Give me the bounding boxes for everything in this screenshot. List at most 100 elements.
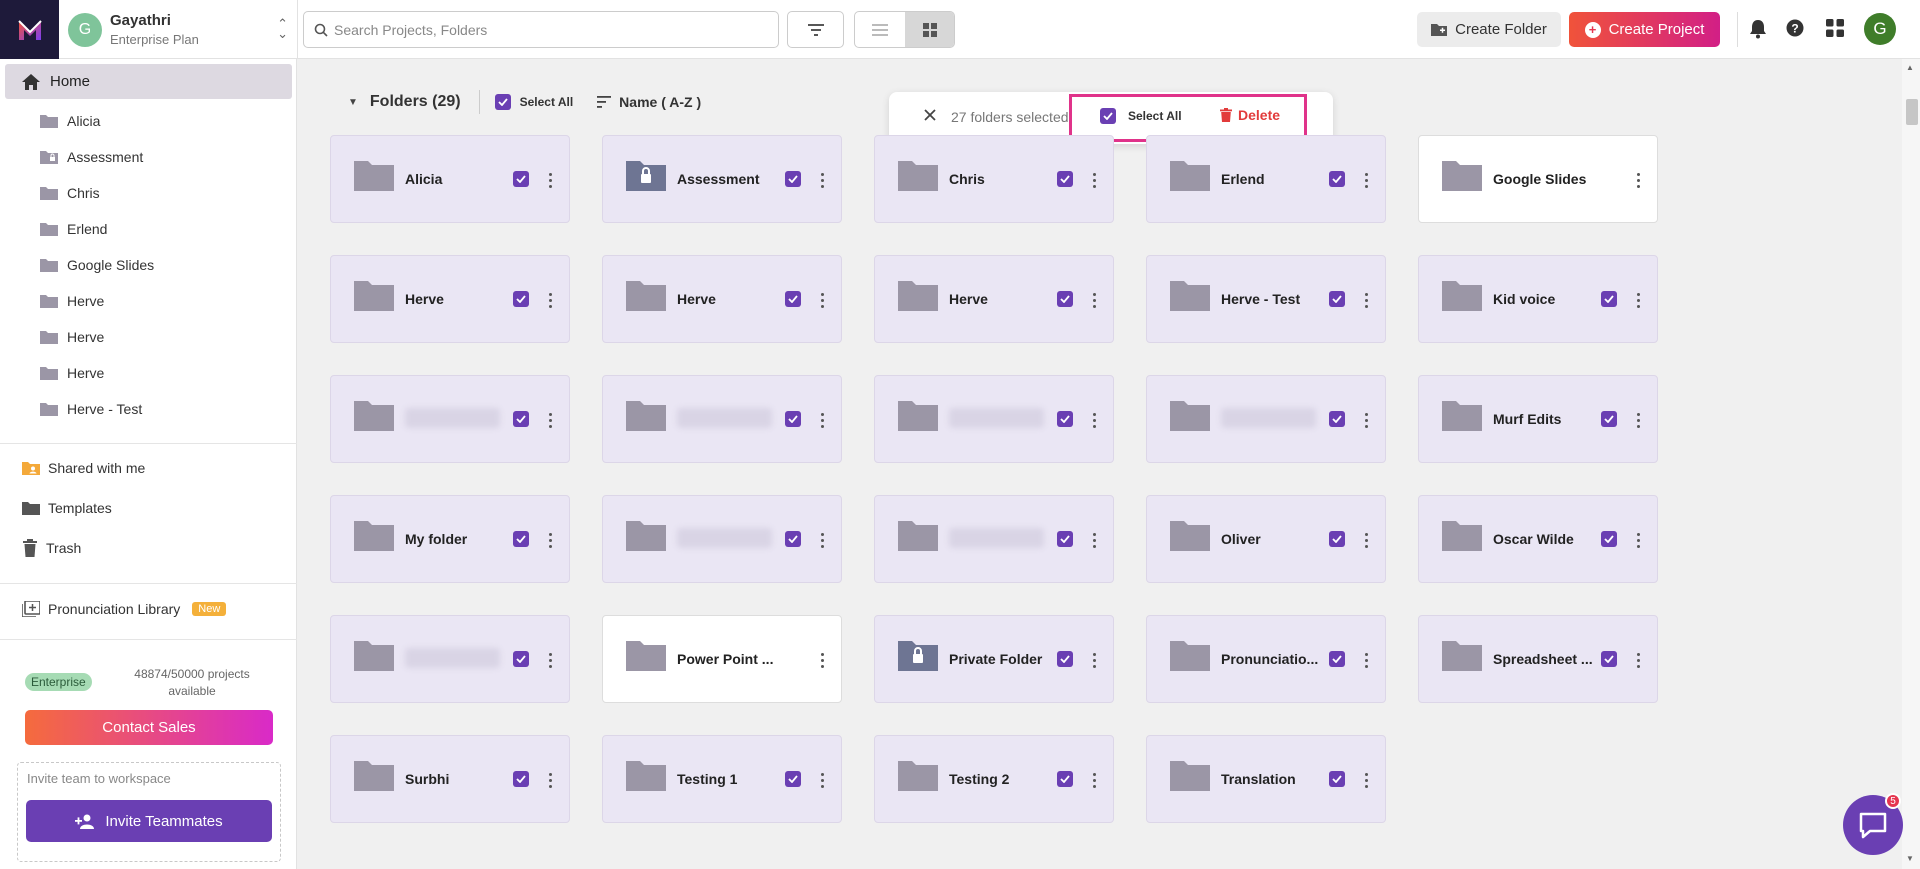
folder-card[interactable]: Herve - Test [1146,255,1386,343]
folder-card[interactable]: Erlend [1146,135,1386,223]
folder-card[interactable]: Herve [602,255,842,343]
folder-checkbox-unchecked[interactable] [785,651,801,667]
more-options-icon[interactable] [545,530,555,550]
folder-checkbox[interactable] [1057,651,1073,667]
close-icon[interactable] [923,108,937,122]
folder-checkbox[interactable] [1057,411,1073,427]
grid-view-button[interactable] [905,12,954,47]
folder-checkbox[interactable] [1601,651,1617,667]
more-options-icon[interactable] [817,650,827,670]
sidebar-folder-item[interactable]: Assessment [0,139,297,175]
folder-checkbox[interactable] [1329,771,1345,787]
sidebar-folder-item[interactable]: Herve [0,355,297,391]
folder-card[interactable]: Power Point ... [602,615,842,703]
more-options-icon[interactable] [1361,770,1371,790]
folder-checkbox[interactable] [1057,291,1073,307]
more-options-icon[interactable] [545,650,555,670]
folder-card[interactable] [330,615,570,703]
folder-card[interactable]: Pronunciatio... [1146,615,1386,703]
more-options-icon[interactable] [1361,170,1371,190]
more-options-icon[interactable] [817,530,827,550]
more-options-icon[interactable] [1633,530,1643,550]
folder-card[interactable]: Testing 2 [874,735,1114,823]
more-options-icon[interactable] [1633,170,1643,190]
folder-checkbox[interactable] [513,531,529,547]
folder-checkbox[interactable] [1329,651,1345,667]
apps-grid-icon[interactable] [1826,19,1844,37]
more-options-icon[interactable] [817,290,827,310]
folder-checkbox[interactable] [1329,411,1345,427]
folder-card[interactable]: Herve [330,255,570,343]
bell-icon[interactable] [1749,19,1767,39]
contact-sales-button[interactable]: Contact Sales [25,710,273,745]
scroll-up-arrow-icon[interactable]: ▲ [1906,63,1914,72]
scroll-down-arrow-icon[interactable]: ▼ [1906,854,1914,863]
collapse-caret-icon[interactable]: ▼ [348,97,358,108]
folder-checkbox[interactable] [785,291,801,307]
folder-checkbox[interactable] [513,291,529,307]
more-options-icon[interactable] [1089,410,1099,430]
folder-card[interactable] [330,375,570,463]
folder-card[interactable] [602,375,842,463]
sidebar-item-trash[interactable]: Trash [22,536,81,560]
more-options-icon[interactable] [1089,770,1099,790]
more-options-icon[interactable] [1361,650,1371,670]
more-options-icon[interactable] [1089,650,1099,670]
more-options-icon[interactable] [545,770,555,790]
sidebar-item-home[interactable]: Home [5,64,292,99]
more-options-icon[interactable] [1633,650,1643,670]
folder-card[interactable] [602,495,842,583]
create-folder-button[interactable]: Create Folder [1417,12,1561,47]
folder-card[interactable]: Murf Edits [1418,375,1658,463]
folder-card[interactable]: Surbhi [330,735,570,823]
folder-card[interactable]: Testing 1 [602,735,842,823]
folder-card[interactable]: My folder [330,495,570,583]
folder-card[interactable]: Oscar Wilde [1418,495,1658,583]
sidebar-folder-item[interactable]: Herve [0,319,297,355]
folder-checkbox[interactable] [1329,171,1345,187]
more-options-icon[interactable] [817,170,827,190]
help-icon[interactable]: ? [1786,19,1804,37]
folder-checkbox[interactable] [1057,771,1073,787]
folder-card[interactable]: Chris [874,135,1114,223]
create-project-button[interactable]: + Create Project [1569,12,1720,47]
folder-card[interactable]: Oliver [1146,495,1386,583]
folder-card[interactable]: Kid voice [1418,255,1658,343]
selection-select-all-checkbox[interactable] [1100,108,1116,124]
folder-checkbox[interactable] [513,771,529,787]
sidebar-folder-item[interactable]: Herve [0,283,297,319]
vertical-scrollbar[interactable]: ▲ ▼ [1902,59,1920,869]
folder-card[interactable]: Spreadsheet ... [1418,615,1658,703]
folder-card[interactable]: Private Folder [874,615,1114,703]
sort-dropdown[interactable]: Name ( A-Z ) [597,94,701,110]
more-options-icon[interactable] [817,410,827,430]
search-box[interactable] [303,11,779,48]
more-options-icon[interactable] [545,410,555,430]
sidebar-folder-item[interactable]: Chris [0,175,297,211]
murf-logo[interactable] [0,0,59,59]
folder-checkbox[interactable] [1057,171,1073,187]
workspace-switcher[interactable]: G Gayathri Enterprise Plan ⌃ ⌄ [68,11,288,49]
folder-card[interactable]: Alicia [330,135,570,223]
folder-checkbox[interactable] [785,171,801,187]
folder-checkbox[interactable] [1329,531,1345,547]
more-options-icon[interactable] [1089,170,1099,190]
folder-checkbox[interactable] [785,411,801,427]
folder-checkbox[interactable] [1329,291,1345,307]
folder-card[interactable]: Google Slides [1418,135,1658,223]
more-options-icon[interactable] [1089,530,1099,550]
list-view-button[interactable] [855,12,905,47]
folder-checkbox[interactable] [1601,531,1617,547]
sidebar-item-shared[interactable]: Shared with me [22,456,145,480]
more-options-icon[interactable] [1089,290,1099,310]
selection-select-all-label[interactable]: Select All [1128,109,1182,123]
search-input[interactable] [334,18,764,42]
invite-teammates-button[interactable]: Invite Teammates [26,800,272,842]
select-all-checkbox[interactable] [494,94,511,110]
more-options-icon[interactable] [1633,410,1643,430]
folder-card[interactable] [1146,375,1386,463]
more-options-icon[interactable] [1361,410,1371,430]
folder-checkbox[interactable] [513,171,529,187]
more-options-icon[interactable] [545,170,555,190]
more-options-icon[interactable] [545,290,555,310]
